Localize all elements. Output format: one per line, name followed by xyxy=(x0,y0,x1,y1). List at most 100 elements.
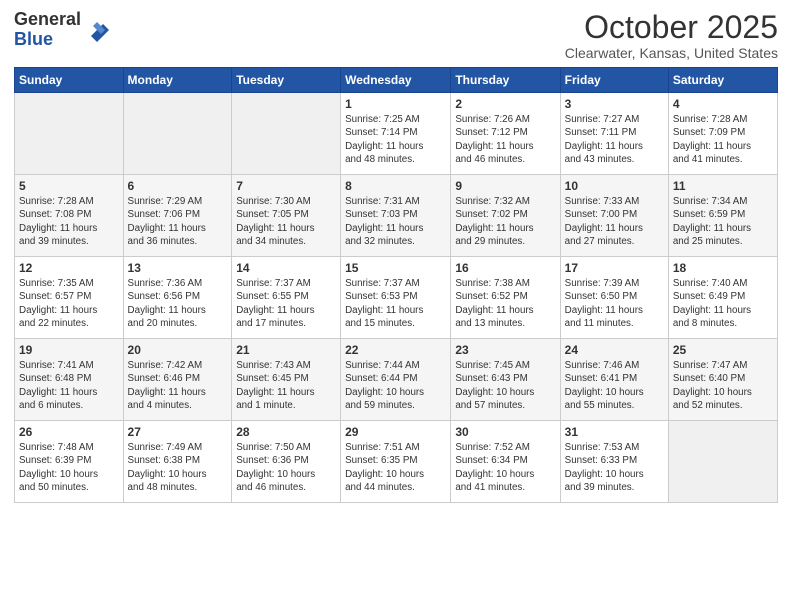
calendar-cell xyxy=(668,421,777,503)
calendar-cell: 19Sunrise: 7:41 AM Sunset: 6:48 PM Dayli… xyxy=(15,339,124,421)
day-number: 27 xyxy=(128,425,228,439)
day-number: 7 xyxy=(236,179,336,193)
day-info: Sunrise: 7:40 AM Sunset: 6:49 PM Dayligh… xyxy=(673,277,773,330)
day-info: Sunrise: 7:49 AM Sunset: 6:38 PM Dayligh… xyxy=(128,441,228,494)
calendar-cell: 14 Sunrise: 7:37 AM Sunset: 6:55 PM Dayli… xyxy=(232,257,341,339)
day-number: 9 xyxy=(455,179,555,193)
day-number: 3 xyxy=(565,97,664,111)
calendar-week-row: 5 Sunrise: 7:28 AM Sunset: 7:08 PM Daylig… xyxy=(15,175,778,257)
day-number: 10 xyxy=(565,179,664,193)
day-info: Sunrise: 7:33 AM Sunset: 7:00 PM Dayligh… xyxy=(565,195,664,248)
calendar-cell: 29Sunrise: 7:51 AM Sunset: 6:35 PM Dayli… xyxy=(341,421,451,503)
calendar-cell: 1Sunrise: 7:25 AM Sunset: 7:14 PM Daylig… xyxy=(341,93,451,175)
calendar-cell: 3 Sunrise: 7:27 AM Sunset: 7:11 PM Daylig… xyxy=(560,93,668,175)
day-number: 31 xyxy=(565,425,664,439)
day-info: Sunrise: 7:46 AM Sunset: 6:41 PM Dayligh… xyxy=(565,359,664,412)
calendar-cell: 18 Sunrise: 7:40 AM Sunset: 6:49 PM Dayli… xyxy=(668,257,777,339)
calendar-week-row: 1Sunrise: 7:25 AM Sunset: 7:14 PM Daylig… xyxy=(15,93,778,175)
header-saturday: Saturday xyxy=(668,68,777,93)
day-info: Sunrise: 7:37 AM Sunset: 6:55 PM Dayligh… xyxy=(236,277,336,330)
page: General Blue October 2025 Clearwater, Ka… xyxy=(0,0,792,612)
calendar-week-row: 26 Sunrise: 7:48 AM Sunset: 6:39 PM Dayli… xyxy=(15,421,778,503)
day-info: Sunrise: 7:35 AM Sunset: 6:57 PM Dayligh… xyxy=(19,277,119,330)
calendar-cell: 26 Sunrise: 7:48 AM Sunset: 6:39 PM Dayli… xyxy=(15,421,124,503)
day-number: 24 xyxy=(565,343,664,357)
location: Clearwater, Kansas, United States xyxy=(565,45,778,61)
day-info: Sunrise: 7:26 AM Sunset: 7:12 PM Dayligh… xyxy=(455,113,555,166)
calendar-header: Sunday Monday Tuesday Wednesday Thursday… xyxy=(15,68,778,93)
day-info: Sunrise: 7:39 AM Sunset: 6:50 PM Dayligh… xyxy=(565,277,664,330)
calendar-cell: 21Sunrise: 7:43 AM Sunset: 6:45 PM Dayli… xyxy=(232,339,341,421)
day-info: Sunrise: 7:53 AM Sunset: 6:33 PM Dayligh… xyxy=(565,441,664,494)
calendar-body: 1Sunrise: 7:25 AM Sunset: 7:14 PM Daylig… xyxy=(15,93,778,503)
calendar-cell: 7Sunrise: 7:30 AM Sunset: 7:05 PM Daylig… xyxy=(232,175,341,257)
day-info: Sunrise: 7:42 AM Sunset: 6:46 PM Dayligh… xyxy=(128,359,228,412)
calendar-cell: 15Sunrise: 7:37 AM Sunset: 6:53 PM Dayli… xyxy=(341,257,451,339)
calendar-cell: 23 Sunrise: 7:45 AM Sunset: 6:43 PM Dayli… xyxy=(451,339,560,421)
day-number: 2 xyxy=(455,97,555,111)
day-number: 16 xyxy=(455,261,555,275)
day-info: Sunrise: 7:44 AM Sunset: 6:44 PM Dayligh… xyxy=(345,359,446,412)
day-number: 14 xyxy=(236,261,336,275)
day-number: 12 xyxy=(19,261,119,275)
calendar-week-row: 19Sunrise: 7:41 AM Sunset: 6:48 PM Dayli… xyxy=(15,339,778,421)
calendar-cell xyxy=(123,93,232,175)
day-info: Sunrise: 7:34 AM Sunset: 6:59 PM Dayligh… xyxy=(673,195,773,248)
header-row: Sunday Monday Tuesday Wednesday Thursday… xyxy=(15,68,778,93)
calendar-cell: 27 Sunrise: 7:49 AM Sunset: 6:38 PM Dayli… xyxy=(123,421,232,503)
calendar-cell: 22 Sunrise: 7:44 AM Sunset: 6:44 PM Dayli… xyxy=(341,339,451,421)
logo: General Blue xyxy=(14,10,111,50)
title-section: October 2025 Clearwater, Kansas, United … xyxy=(565,10,778,61)
day-number: 13 xyxy=(128,261,228,275)
day-info: Sunrise: 7:48 AM Sunset: 6:39 PM Dayligh… xyxy=(19,441,119,494)
calendar-cell: 24 Sunrise: 7:46 AM Sunset: 6:41 PM Dayli… xyxy=(560,339,668,421)
header-thursday: Thursday xyxy=(451,68,560,93)
day-info: Sunrise: 7:38 AM Sunset: 6:52 PM Dayligh… xyxy=(455,277,555,330)
header-friday: Friday xyxy=(560,68,668,93)
day-info: Sunrise: 7:37 AM Sunset: 6:53 PM Dayligh… xyxy=(345,277,446,330)
calendar-cell: 12 Sunrise: 7:35 AM Sunset: 6:57 PM Dayli… xyxy=(15,257,124,339)
header-wednesday: Wednesday xyxy=(341,68,451,93)
day-number: 26 xyxy=(19,425,119,439)
day-number: 21 xyxy=(236,343,336,357)
calendar-week-row: 12 Sunrise: 7:35 AM Sunset: 6:57 PM Dayli… xyxy=(15,257,778,339)
day-number: 17 xyxy=(565,261,664,275)
logo-general: General xyxy=(14,10,81,30)
calendar-cell: 6Sunrise: 7:29 AM Sunset: 7:06 PM Daylig… xyxy=(123,175,232,257)
calendar-cell: 8Sunrise: 7:31 AM Sunset: 7:03 PM Daylig… xyxy=(341,175,451,257)
day-number: 23 xyxy=(455,343,555,357)
day-info: Sunrise: 7:50 AM Sunset: 6:36 PM Dayligh… xyxy=(236,441,336,494)
day-info: Sunrise: 7:29 AM Sunset: 7:06 PM Dayligh… xyxy=(128,195,228,248)
day-info: Sunrise: 7:45 AM Sunset: 6:43 PM Dayligh… xyxy=(455,359,555,412)
calendar-cell: 30Sunrise: 7:52 AM Sunset: 6:34 PM Dayli… xyxy=(451,421,560,503)
day-number: 22 xyxy=(345,343,446,357)
day-number: 20 xyxy=(128,343,228,357)
header-sunday: Sunday xyxy=(15,68,124,93)
calendar-cell: 13Sunrise: 7:36 AM Sunset: 6:56 PM Dayli… xyxy=(123,257,232,339)
calendar-cell: 4Sunrise: 7:28 AM Sunset: 7:09 PM Daylig… xyxy=(668,93,777,175)
calendar-table: Sunday Monday Tuesday Wednesday Thursday… xyxy=(14,67,778,503)
calendar-cell: 20 Sunrise: 7:42 AM Sunset: 6:46 PM Dayli… xyxy=(123,339,232,421)
calendar-cell: 5 Sunrise: 7:28 AM Sunset: 7:08 PM Daylig… xyxy=(15,175,124,257)
calendar-cell: 17 Sunrise: 7:39 AM Sunset: 6:50 PM Dayli… xyxy=(560,257,668,339)
day-info: Sunrise: 7:27 AM Sunset: 7:11 PM Dayligh… xyxy=(565,113,664,166)
header-tuesday: Tuesday xyxy=(232,68,341,93)
calendar-cell: 10 Sunrise: 7:33 AM Sunset: 7:00 PM Dayli… xyxy=(560,175,668,257)
calendar-cell: 2 Sunrise: 7:26 AM Sunset: 7:12 PM Daylig… xyxy=(451,93,560,175)
day-number: 4 xyxy=(673,97,773,111)
day-number: 25 xyxy=(673,343,773,357)
day-number: 18 xyxy=(673,261,773,275)
day-number: 11 xyxy=(673,179,773,193)
day-info: Sunrise: 7:28 AM Sunset: 7:08 PM Dayligh… xyxy=(19,195,119,248)
calendar-cell: 16 Sunrise: 7:38 AM Sunset: 6:52 PM Dayli… xyxy=(451,257,560,339)
day-number: 28 xyxy=(236,425,336,439)
calendar-cell: 28 Sunrise: 7:50 AM Sunset: 6:36 PM Dayli… xyxy=(232,421,341,503)
day-info: Sunrise: 7:31 AM Sunset: 7:03 PM Dayligh… xyxy=(345,195,446,248)
day-number: 29 xyxy=(345,425,446,439)
logo-icon xyxy=(83,16,111,44)
logo-text: General Blue xyxy=(14,10,81,50)
day-info: Sunrise: 7:32 AM Sunset: 7:02 PM Dayligh… xyxy=(455,195,555,248)
calendar-cell xyxy=(232,93,341,175)
month-title: October 2025 xyxy=(565,10,778,45)
day-number: 5 xyxy=(19,179,119,193)
